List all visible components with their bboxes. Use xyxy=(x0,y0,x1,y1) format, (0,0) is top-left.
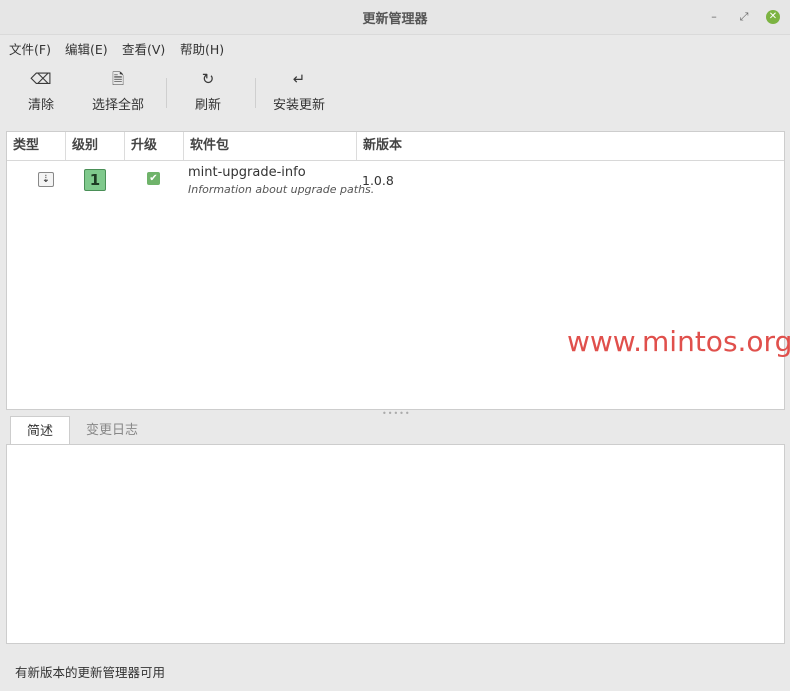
column-upgrade[interactable]: 升级 xyxy=(125,132,184,160)
restore-icon[interactable]: ⤢ xyxy=(737,10,751,24)
menu-edit[interactable]: 编辑(E) xyxy=(65,39,108,58)
window-title: 更新管理器 xyxy=(362,12,428,27)
tab-bar: 简述 变更日志 xyxy=(6,416,783,445)
backspace-icon: ⌫ xyxy=(30,70,52,88)
status-text: 有新版本的更新管理器可用 xyxy=(15,665,166,680)
refresh-label: 刷新 xyxy=(194,98,221,113)
select-all-button[interactable]: 🗎 选择全部 xyxy=(90,70,146,113)
menu-view[interactable]: 查看(V) xyxy=(122,39,165,58)
tab-description[interactable]: 简述 xyxy=(10,416,71,445)
package-version: 1.0.8 xyxy=(362,173,394,188)
update-list: 类型 级别 升级 软件包 新版本 ⇣ 1 ✔ mint-upgrade-info… xyxy=(6,131,785,410)
refresh-button[interactable]: ↻ 刷新 xyxy=(193,70,223,113)
install-updates-button[interactable]: ↵ 安装更新 xyxy=(271,70,327,113)
package-name: mint-upgrade-info xyxy=(188,165,306,180)
column-type[interactable]: 类型 xyxy=(7,132,66,160)
document-icon: 🗎 xyxy=(111,70,125,88)
toolbar-separator xyxy=(255,78,256,108)
column-new-version[interactable]: 新版本 xyxy=(357,132,784,160)
title-bar: 更新管理器 – ⤢ ✕ xyxy=(0,0,790,35)
menu-help[interactable]: 帮助(H) xyxy=(180,39,224,58)
close-icon[interactable]: ✕ xyxy=(766,10,780,24)
install-label: 安装更新 xyxy=(272,98,325,113)
select-all-label: 选择全部 xyxy=(91,98,144,113)
menu-bar: 文件(F) 编辑(E) 查看(V) 帮助(H) xyxy=(0,35,790,59)
toolbar: ⌫ 清除 🗎 选择全部 ↻ 刷新 ↵ 安装更新 xyxy=(0,60,790,124)
enter-icon: ↵ xyxy=(292,70,306,88)
menu-file[interactable]: 文件(F) xyxy=(9,39,51,58)
toolbar-separator xyxy=(166,78,167,108)
checkbox-icon[interactable]: ✔ xyxy=(147,172,160,185)
tab-changelog[interactable]: 变更日志 xyxy=(70,416,154,445)
clear-label: 清除 xyxy=(27,98,54,113)
column-package[interactable]: 软件包 xyxy=(184,132,357,160)
level-badge: 1 xyxy=(84,169,106,191)
package-description: Information about upgrade paths. xyxy=(188,183,375,196)
minimize-icon[interactable]: – xyxy=(707,10,721,24)
watermark-text: www.mintos.org xyxy=(567,325,790,358)
column-level[interactable]: 级别 xyxy=(66,132,125,160)
refresh-icon: ↻ xyxy=(201,70,215,88)
description-panel xyxy=(6,444,785,644)
clear-button[interactable]: ⌫ 清除 xyxy=(26,70,56,113)
package-download-icon: ⇣ xyxy=(38,172,54,187)
table-header: 类型 级别 升级 软件包 新版本 xyxy=(7,132,784,161)
